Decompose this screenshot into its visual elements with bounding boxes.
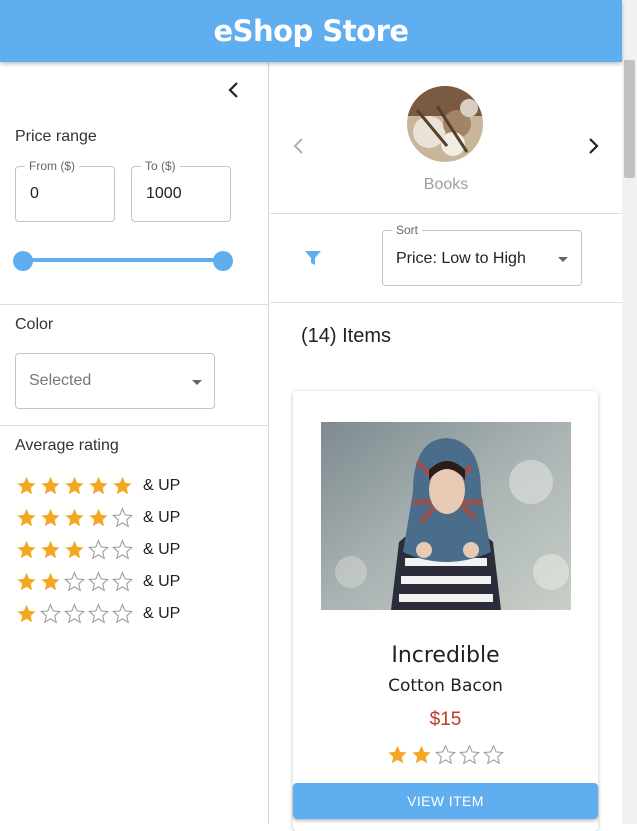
price-from-value[interactable]: 0	[30, 185, 39, 203]
divider	[0, 425, 269, 426]
star-empty-icon	[112, 571, 133, 592]
price-slider-track[interactable]	[22, 258, 224, 262]
price-slider-min-handle[interactable]	[13, 251, 33, 271]
star-empty-icon	[483, 744, 504, 765]
star-empty-icon	[64, 603, 85, 624]
divider	[270, 213, 622, 214]
color-label: Color	[15, 316, 54, 333]
scrollbar-thumb[interactable]	[624, 60, 635, 178]
star-filled-icon	[17, 604, 36, 623]
rating-filter-4[interactable]: & UP	[15, 506, 180, 530]
chevron-left-icon	[228, 82, 238, 98]
rating-stars	[15, 571, 134, 593]
chevron-right-icon	[589, 138, 599, 154]
filter-icon[interactable]	[303, 248, 323, 268]
rating-filter-5[interactable]: & UP	[15, 474, 180, 498]
star-filled-icon	[113, 476, 132, 495]
color-select-value: Selected	[29, 372, 92, 389]
rating-filter-1[interactable]: & UP	[15, 602, 180, 626]
star-filled-icon	[17, 540, 36, 559]
rating-stars	[15, 603, 134, 625]
star-filled-icon	[17, 476, 36, 495]
star-empty-icon	[112, 539, 133, 560]
funnel-icon	[305, 251, 321, 265]
product-image[interactable]	[321, 422, 571, 610]
star-filled-icon	[412, 745, 431, 764]
app-title: eShop Store	[213, 14, 409, 48]
product-card[interactable]: Incredible Cotton Bacon $15 VIEW ITEM	[293, 391, 598, 831]
star-filled-icon	[65, 476, 84, 495]
product-title: Incredible	[391, 643, 500, 668]
category-next-button[interactable]	[581, 134, 605, 158]
star-filled-icon	[89, 476, 108, 495]
divider	[0, 304, 269, 305]
category-image[interactable]	[407, 86, 483, 162]
sort-value: Price: Low to High	[396, 250, 526, 267]
category-photo	[407, 86, 483, 162]
star-empty-icon	[64, 571, 85, 592]
star-filled-icon	[41, 540, 60, 559]
rating-suffix: & UP	[143, 509, 181, 526]
app-bar: eShop Store	[0, 0, 622, 62]
product-photo	[321, 422, 571, 610]
category-name: Books	[423, 176, 469, 193]
price-from-label: From ($)	[25, 159, 79, 173]
star-empty-icon	[112, 603, 133, 624]
items-count: (14) Items	[301, 325, 392, 347]
chevron-left-icon	[293, 138, 303, 154]
star-filled-icon	[17, 572, 36, 591]
star-filled-icon	[41, 476, 60, 495]
star-empty-icon	[88, 603, 109, 624]
caret-down-icon	[192, 380, 202, 385]
star-empty-icon	[435, 744, 456, 765]
star-filled-icon	[388, 745, 407, 764]
average-rating-label: Average rating	[15, 437, 119, 454]
star-empty-icon	[112, 507, 133, 528]
star-filled-icon	[41, 572, 60, 591]
sort-select[interactable]: Sort Price: Low to High	[382, 223, 582, 286]
star-empty-icon	[40, 603, 61, 624]
star-filled-icon	[89, 508, 108, 527]
scrollbar[interactable]	[622, 0, 637, 824]
star-filled-icon	[17, 508, 36, 527]
caret-down-icon	[558, 257, 568, 262]
price-range-label: Price range	[15, 128, 97, 145]
view-item-button[interactable]: VIEW ITEM	[293, 783, 598, 819]
product-subtitle: Cotton Bacon	[388, 676, 503, 696]
star-empty-icon	[88, 571, 109, 592]
rating-filter-3[interactable]: & UP	[15, 538, 180, 562]
rating-stars	[15, 539, 134, 561]
price-to-value[interactable]: 1000	[146, 185, 182, 203]
rating-suffix: & UP	[143, 605, 181, 622]
rating-suffix: & UP	[143, 541, 181, 558]
product-price: $15	[429, 709, 462, 730]
category-prev-button[interactable]	[287, 134, 311, 158]
product-rating	[386, 744, 505, 766]
rating-suffix: & UP	[143, 477, 181, 494]
sort-label: Sort	[392, 223, 423, 237]
star-filled-icon	[65, 508, 84, 527]
price-to-field[interactable]: To ($) 1000	[131, 159, 231, 222]
star-empty-icon	[88, 539, 109, 560]
rating-suffix: & UP	[143, 573, 181, 590]
star-filled-icon	[65, 540, 84, 559]
price-slider-max-handle[interactable]	[213, 251, 233, 271]
star-empty-icon	[459, 744, 480, 765]
rating-stars	[15, 475, 134, 497]
main-content: Books Sort Price: Low to High (14) Items	[270, 62, 622, 831]
divider	[270, 302, 622, 303]
price-from-field[interactable]: From ($) 0	[15, 159, 115, 222]
collapse-sidebar-button[interactable]	[222, 78, 246, 102]
color-select[interactable]: Selected	[15, 353, 215, 409]
filter-sidebar: Price range From ($) 0 To ($) 1000 Color…	[0, 62, 269, 824]
price-to-label: To ($)	[141, 159, 180, 173]
rating-stars	[15, 507, 134, 529]
rating-filter-2[interactable]: & UP	[15, 570, 180, 594]
star-filled-icon	[41, 508, 60, 527]
